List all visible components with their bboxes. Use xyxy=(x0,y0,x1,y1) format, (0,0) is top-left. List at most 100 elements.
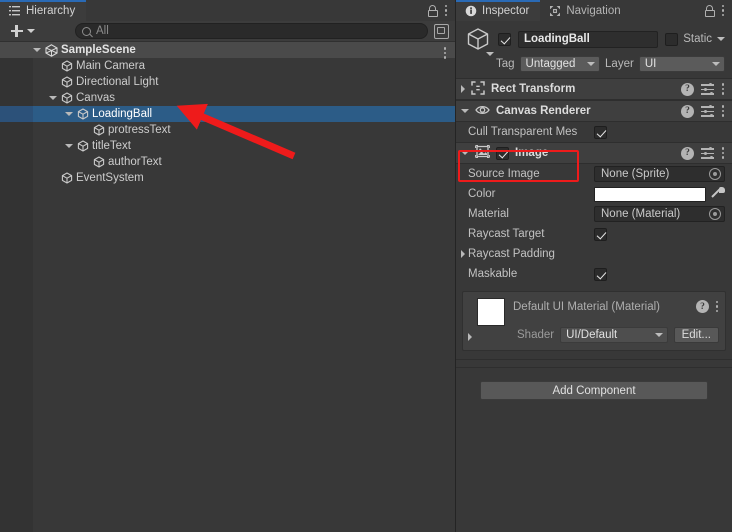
kebab-menu-icon[interactable] xyxy=(721,105,725,117)
property-label: Maskable xyxy=(468,268,518,280)
navigation-icon xyxy=(549,5,561,17)
preset-settings-icon[interactable] xyxy=(701,83,714,96)
hierarchy-tree: SampleScene Main Camera Directional Light C… xyxy=(0,42,455,532)
property-color: Color xyxy=(456,184,732,204)
separator xyxy=(456,367,732,368)
help-circle-icon[interactable]: ? xyxy=(681,82,694,96)
inspector-tab-actions xyxy=(704,0,732,21)
hierarchy-item-label: protressText xyxy=(108,124,171,136)
search-placeholder: All xyxy=(96,25,109,37)
help-circle-icon[interactable]: ? xyxy=(681,146,694,160)
lock-icon[interactable] xyxy=(427,4,438,17)
lock-icon[interactable] xyxy=(704,4,715,17)
help-circle-icon[interactable]: ? xyxy=(681,104,694,118)
chevron-down-icon[interactable] xyxy=(486,52,494,56)
popout-window-icon[interactable] xyxy=(434,23,449,39)
property-material: Material None (Material) xyxy=(456,204,732,224)
inspector-tabbar: Inspector Navigation xyxy=(456,0,732,21)
gameobject-icon xyxy=(93,156,105,168)
preset-settings-icon[interactable] xyxy=(701,105,714,118)
raycast-target-checkbox[interactable] xyxy=(594,227,607,241)
hierarchy-item-content: Canvas xyxy=(49,92,115,104)
kebab-menu-icon[interactable] xyxy=(715,300,719,313)
object-picker-icon[interactable] xyxy=(709,208,721,220)
hierarchy-item-content: Directional Light xyxy=(49,76,158,88)
help-circle-icon[interactable]: ? xyxy=(696,300,709,313)
maskable-checkbox[interactable] xyxy=(594,267,607,281)
chevron-down-icon[interactable] xyxy=(33,48,41,52)
kebab-menu-icon[interactable] xyxy=(721,4,725,17)
chevron-down-icon[interactable] xyxy=(65,144,73,148)
hierarchy-item-titletext[interactable]: titleText xyxy=(0,138,455,154)
static-checkbox[interactable] xyxy=(665,32,679,46)
hierarchy-item-content: SampleScene xyxy=(33,43,136,57)
hierarchy-item-content: Main Camera xyxy=(49,60,145,72)
hierarchy-list-icon xyxy=(9,5,21,17)
component-header-image[interactable]: Image ? xyxy=(456,142,732,164)
chevron-down-icon xyxy=(587,62,596,66)
hierarchy-item-label: SampleScene xyxy=(61,44,136,56)
hierarchy-item-samplescene[interactable]: SampleScene xyxy=(0,42,455,59)
kebab-menu-icon[interactable] xyxy=(721,83,725,95)
chevron-down-icon[interactable] xyxy=(65,112,73,116)
hierarchy-item-directional-light[interactable]: Directional Light xyxy=(0,74,455,90)
gameobject-icon xyxy=(61,92,73,104)
chevron-down-icon[interactable] xyxy=(461,109,469,113)
gameobject-enabled-checkbox[interactable] xyxy=(498,32,511,46)
tab-navigation[interactable]: Navigation xyxy=(540,0,631,21)
hierarchy-item-label: titleText xyxy=(92,140,131,152)
plus-icon xyxy=(10,25,23,38)
material-field[interactable]: None (Material) xyxy=(594,206,725,222)
source-image-field[interactable]: None (Sprite) xyxy=(594,166,725,182)
search-input[interactable]: All xyxy=(75,23,428,39)
create-gameobject-button[interactable] xyxy=(4,22,43,40)
chevron-right-icon[interactable] xyxy=(468,333,472,341)
image-enabled-checkbox[interactable] xyxy=(496,146,509,160)
property-label: Material xyxy=(468,208,509,220)
hierarchy-item-canvas[interactable]: Canvas xyxy=(0,90,455,106)
edit-shader-button[interactable]: Edit... xyxy=(673,327,719,343)
static-toggle-group: Static xyxy=(665,32,725,46)
hierarchy-item-loadingball[interactable]: LoadingBall xyxy=(0,106,455,122)
tab-inspector[interactable]: Inspector xyxy=(456,0,541,21)
hierarchy-item-main-camera[interactable]: Main Camera xyxy=(0,58,455,74)
property-label: Cull Transparent Mes xyxy=(468,126,578,138)
tag-value: Untagged xyxy=(525,58,576,70)
component-header-canvas-renderer[interactable]: Canvas Renderer ? xyxy=(456,100,732,122)
layer-value: UI xyxy=(644,58,657,70)
add-component-button[interactable]: Add Component xyxy=(480,381,708,400)
component-name: Rect Transform xyxy=(491,83,576,95)
hierarchy-item-eventsystem[interactable]: EventSystem xyxy=(0,170,455,186)
property-label: Source Image xyxy=(468,168,540,180)
gameobject-name-field[interactable]: LoadingBall xyxy=(518,30,659,48)
color-swatch-field[interactable] xyxy=(594,186,706,202)
chevron-right-icon[interactable] xyxy=(461,250,465,258)
hierarchy-item-content: protressText xyxy=(81,124,171,136)
gameobject-icon xyxy=(61,172,73,184)
property-raycast-padding[interactable]: Raycast Padding xyxy=(456,244,732,264)
property-label: Raycast Target xyxy=(468,228,545,240)
kebab-menu-icon[interactable] xyxy=(721,147,725,159)
hierarchy-item-label: LoadingBall xyxy=(92,108,153,120)
hierarchy-item-authortext[interactable]: authorText xyxy=(0,154,455,170)
object-picker-icon[interactable] xyxy=(709,168,721,180)
add-component-area: Add Component xyxy=(456,381,732,400)
tab-hierarchy[interactable]: Hierarchy xyxy=(0,0,87,21)
hierarchy-item-protresstext[interactable]: protressText xyxy=(0,122,455,138)
tag-dropdown[interactable]: Untagged xyxy=(519,56,601,72)
kebab-menu-icon[interactable] xyxy=(443,47,447,59)
static-dropdown-chevron-icon[interactable] xyxy=(717,37,725,41)
chevron-right-icon[interactable] xyxy=(461,85,465,93)
component-header-rect-transform[interactable]: Rect Transform ? xyxy=(456,78,732,100)
chevron-down-icon[interactable] xyxy=(461,151,469,155)
layer-dropdown[interactable]: UI xyxy=(638,56,725,72)
cull-transparent-mesh-checkbox[interactable] xyxy=(594,125,607,139)
hierarchy-toolbar: All xyxy=(0,21,455,42)
kebab-menu-icon[interactable] xyxy=(444,4,448,17)
preset-settings-icon[interactable] xyxy=(701,147,714,160)
eyedropper-icon[interactable] xyxy=(711,187,725,201)
shader-dropdown[interactable]: UI/Default xyxy=(560,327,668,343)
chevron-down-icon[interactable] xyxy=(49,96,57,100)
tab-inspector-label: Inspector xyxy=(482,4,530,17)
